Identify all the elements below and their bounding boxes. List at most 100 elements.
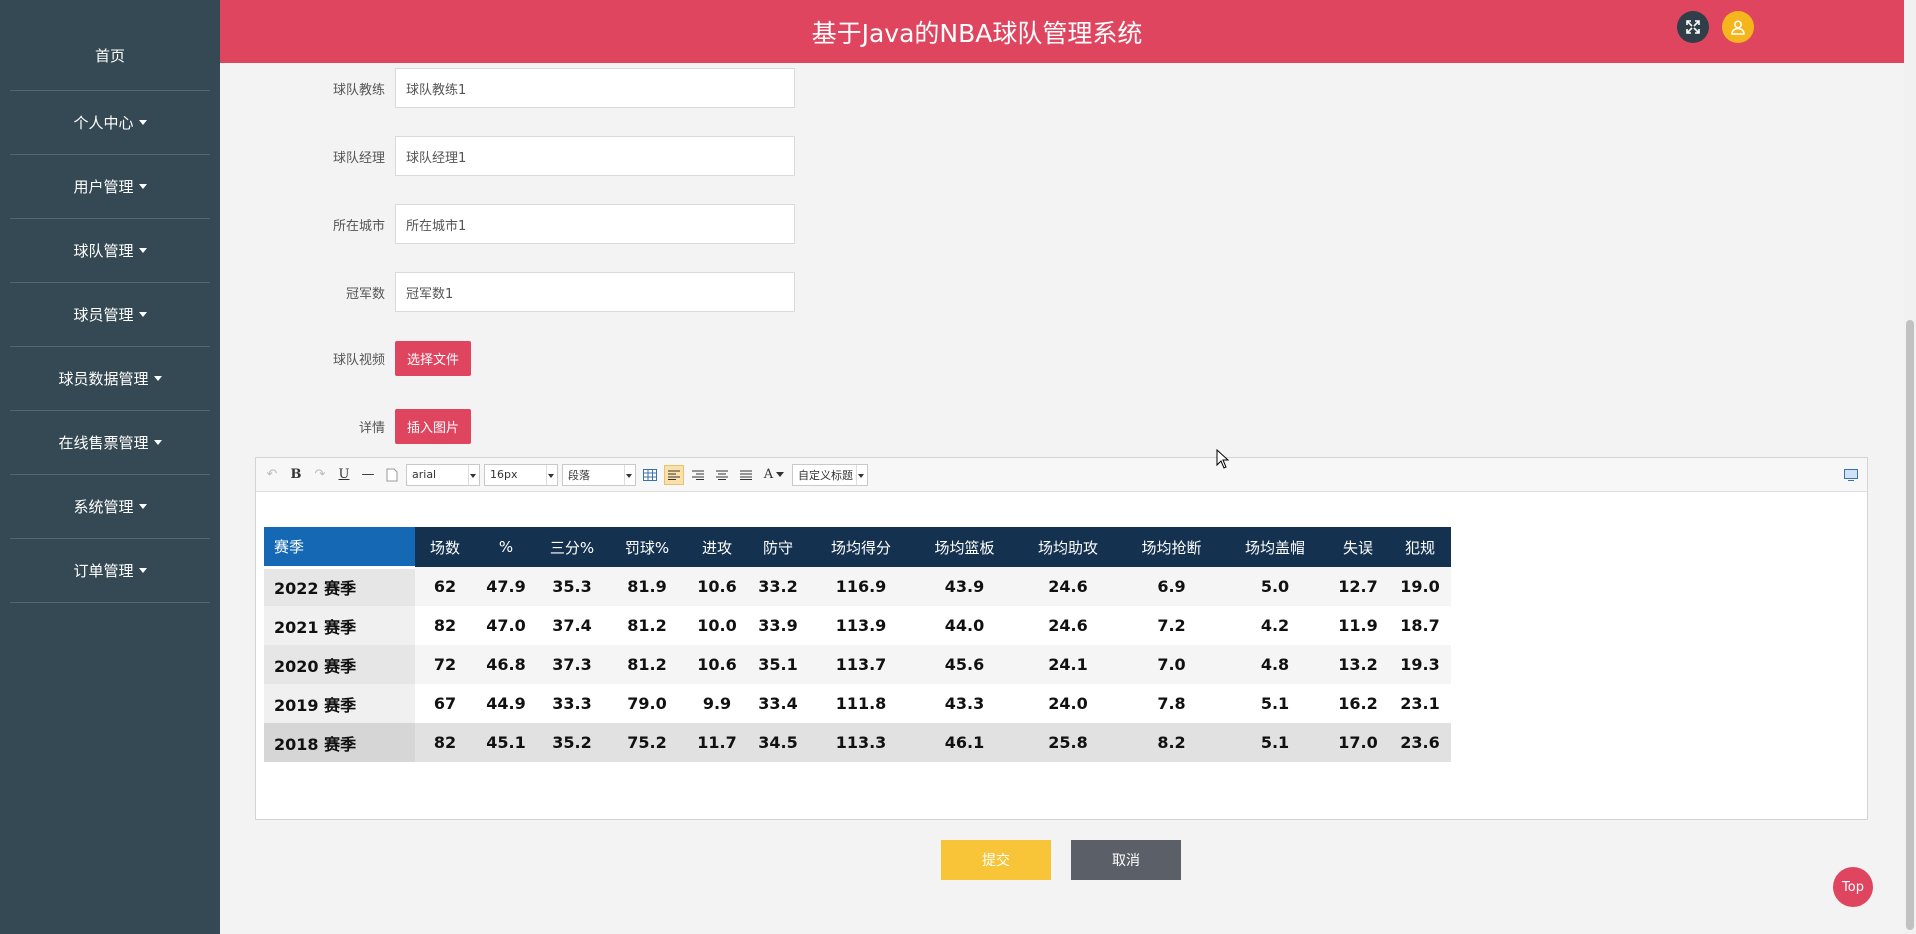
sidebar-item-order-management[interactable]: 订单管理 (10, 539, 210, 603)
table-cell: 13.2 (1327, 645, 1389, 684)
sidebar-item-label: 球员管理 (73, 306, 134, 324)
detail-label: 详情 (358, 421, 385, 436)
table-cell: 44.9 (475, 684, 537, 723)
column-header: 场均助攻 (1016, 527, 1120, 567)
sidebar-item-label: 球队管理 (73, 242, 134, 260)
column-header: 场均盖帽 (1223, 527, 1327, 567)
season-cell: 2022 赛季 (264, 567, 415, 606)
font-color-button[interactable]: A (760, 465, 788, 485)
table-cell: 5.0 (1223, 567, 1327, 606)
table-cell: 10.6 (687, 567, 747, 606)
table-header-row: 赛季 场数 % 三分% 罚球% 进攻 防守 场均得分 场均篮板 场均助攻 场均抢… (264, 527, 1451, 569)
season-cell: 2020 赛季 (264, 645, 415, 684)
table-cell: 35.3 (537, 567, 607, 606)
table-cell: 33.3 (537, 684, 607, 723)
table-cell: 6.9 (1120, 567, 1223, 606)
font-size-select[interactable]: 16px (484, 463, 558, 486)
table-cell: 72 (415, 645, 475, 684)
top-header: 基于Java的NBA球队管理系统 (220, 0, 1904, 63)
table-cell: 24.0 (1016, 684, 1120, 723)
table-cell: 17.0 (1327, 723, 1389, 762)
align-justify-icon[interactable] (736, 465, 756, 485)
column-header: 场均篮板 (913, 527, 1016, 567)
font-family-select[interactable]: arial (406, 463, 480, 486)
table-icon[interactable] (640, 465, 660, 485)
sidebar-item-player-data-management[interactable]: 球员数据管理 (10, 347, 210, 411)
insert-image-button[interactable]: 插入图片 (395, 409, 472, 444)
sidebar-item-label: 订单管理 (73, 562, 134, 580)
undo-icon[interactable]: ↶ (262, 465, 282, 485)
align-right-icon[interactable] (688, 465, 708, 485)
align-center-icon[interactable] (712, 465, 732, 485)
table-cell: 113.3 (809, 723, 913, 762)
sidebar-item-label: 在线售票管理 (58, 434, 149, 452)
sidebar-item-user-management[interactable]: 用户管理 (10, 155, 210, 219)
form-row-manager: 球队经理 (300, 136, 795, 176)
column-header: 犯规 (1389, 527, 1451, 567)
sidebar-item-home[interactable]: 首页 (10, 21, 210, 91)
table-cell: 79.0 (607, 684, 687, 723)
table-cell: 10.0 (687, 606, 747, 645)
table-cell: 82 (415, 606, 475, 645)
sidebar-item-label: 用户管理 (73, 178, 134, 196)
caret-down-icon (153, 440, 162, 445)
sidebar-item-system-management[interactable]: 系统管理 (10, 475, 210, 539)
sidebar-item-team-management[interactable]: 球队管理 (10, 219, 210, 283)
coach-input[interactable] (395, 68, 795, 108)
table-cell: 37.3 (537, 645, 607, 684)
column-header: 三分% (537, 527, 607, 567)
mouse-cursor-icon (1216, 449, 1230, 469)
sidebar-item-label: 系统管理 (73, 498, 134, 516)
titles-input[interactable] (395, 272, 795, 312)
caret-down-icon (138, 568, 147, 573)
column-header: 场均抢断 (1120, 527, 1223, 567)
table-cell: 62 (415, 567, 475, 606)
table-cell: 67 (415, 684, 475, 723)
table-cell: 75.2 (607, 723, 687, 762)
table-cell: 37.4 (537, 606, 607, 645)
table-cell: 45.6 (913, 645, 1016, 684)
column-header: 失误 (1327, 527, 1389, 567)
fullscreen-button[interactable] (1677, 11, 1709, 43)
city-input[interactable] (395, 204, 795, 244)
table-cell: 19.0 (1389, 567, 1451, 606)
paragraph-value: 段落 (568, 468, 590, 482)
table-cell: 82 (415, 723, 475, 762)
app-title: 基于Java的NBA球队管理系统 (811, 18, 1143, 48)
table-cell: 7.2 (1120, 606, 1223, 645)
redo-icon[interactable]: ↷ (310, 465, 330, 485)
sidebar-item-ticket-management[interactable]: 在线售票管理 (10, 411, 210, 475)
table-cell: 33.2 (747, 567, 809, 606)
column-header: 赛季 (264, 527, 415, 569)
cancel-button[interactable]: 取消 (1071, 840, 1181, 880)
back-to-top-button[interactable]: Top (1833, 867, 1873, 907)
submit-button[interactable]: 提交 (941, 840, 1051, 880)
sidebar-item-player-management[interactable]: 球员管理 (10, 283, 210, 347)
column-header: 进攻 (687, 527, 747, 567)
caret-down-icon (138, 184, 147, 189)
page-scrollbar-thumb[interactable] (1906, 320, 1914, 930)
bold-button[interactable]: B (286, 465, 306, 485)
horizontal-rule-button[interactable]: — (358, 465, 378, 485)
preview-icon[interactable] (1841, 465, 1861, 485)
custom-heading-select[interactable]: 自定义标题 (792, 463, 868, 486)
paragraph-select[interactable]: 段落 (562, 463, 636, 486)
table-cell: 46.1 (913, 723, 1016, 762)
table-cell: 81.9 (607, 567, 687, 606)
underline-button[interactable]: U (334, 465, 354, 485)
choose-file-button[interactable]: 选择文件 (395, 341, 472, 376)
manager-input[interactable] (395, 136, 795, 176)
user-avatar-button[interactable] (1722, 11, 1754, 43)
titles-label: 冠军数 (345, 286, 385, 302)
table-cell: 116.9 (809, 567, 913, 606)
align-left-icon[interactable] (664, 464, 684, 485)
table-cell: 19.3 (1389, 645, 1451, 684)
font-color-label: A (763, 467, 774, 482)
table-cell: 4.8 (1223, 645, 1327, 684)
table-cell: 81.2 (607, 606, 687, 645)
column-header: % (475, 527, 537, 567)
sidebar-item-personal-center[interactable]: 个人中心 (10, 91, 210, 155)
document-icon[interactable] (382, 465, 402, 485)
font-size-value: 16px (490, 468, 518, 481)
table-row: 2021 赛季 82 47.0 37.4 81.2 10.0 33.9 113.… (264, 606, 1451, 645)
